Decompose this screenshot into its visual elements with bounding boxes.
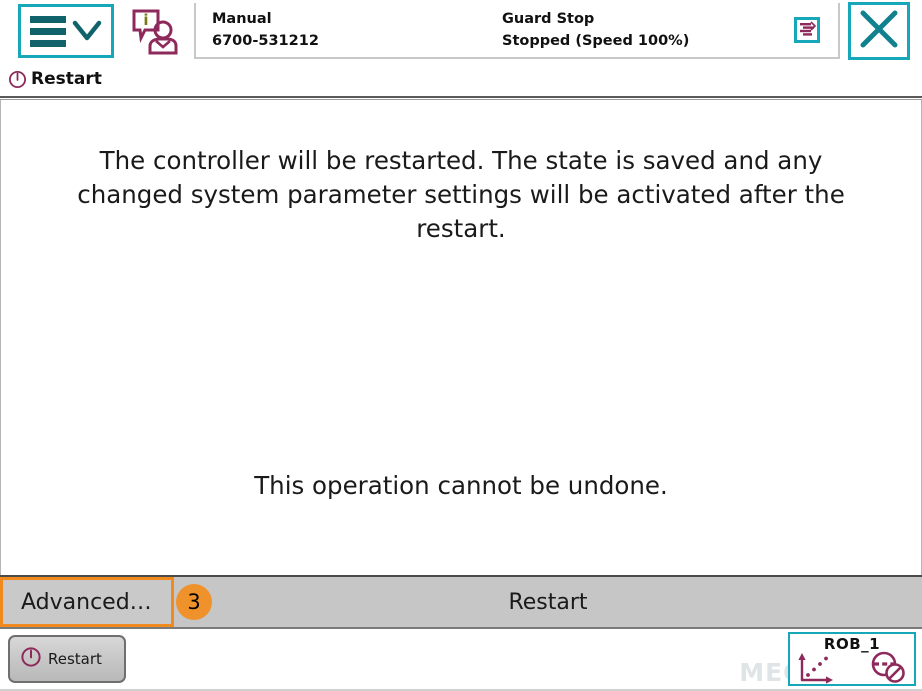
operator-info-icon[interactable]: i [128,4,182,58]
restart-button-label: Restart [508,589,588,615]
controller-name-label: 6700-531212 [212,33,319,49]
advanced-button[interactable]: Advanced… [0,577,174,627]
page-title: Restart [31,69,102,89]
advanced-button-label: Advanced… [21,589,152,615]
motor-state-label: Stopped (Speed 100%) [502,33,690,49]
header-bar: i Manual 6700-531212 Guard Stop Stopped … [0,0,922,62]
flexpendant-app: i Manual 6700-531212 Guard Stop Stopped … [0,0,922,691]
restart-message-secondary: This operation cannot be undone. [254,471,668,500]
controller-state-label: Guard Stop [502,10,595,27]
status-mode-column: Manual 6700-531212 [212,3,502,57]
window-title-row: Restart [0,62,922,96]
close-icon [857,7,901,55]
svg-text:i: i [143,11,148,29]
power-restart-icon [8,70,27,89]
taskbar-item-label: Restart [48,650,102,668]
chevron-down-icon [72,18,102,44]
operating-mode-label: Manual [212,10,272,27]
restart-message-primary: The controller will be restarted. The st… [77,146,845,243]
power-restart-icon [20,646,42,672]
jog-quickset-panel[interactable]: ROB_1 [788,632,916,686]
taskbar: Restart MECH MIND ROB_1 [0,629,922,691]
hamburger-icon [30,15,66,47]
main-content: The controller will be restarted. The st… [0,100,922,575]
action-bar: Advanced… 3 Restart [0,575,922,629]
no-motion-supervision-icon [868,650,908,684]
taskbar-item-restart[interactable]: Restart [8,635,126,683]
main-menu-button[interactable] [18,4,114,58]
restart-button[interactable]: Restart [174,577,922,627]
program-task-icon[interactable] [794,17,820,43]
step-badge-label: 3 [187,590,201,614]
close-button[interactable] [848,2,910,60]
step-badge: 3 [176,584,212,620]
status-state-column: Guard Stop Stopped (Speed 100%) [502,3,794,57]
status-panel[interactable]: Manual 6700-531212 Guard Stop Stopped (S… [194,3,840,59]
jog-axes-icon [796,650,844,684]
